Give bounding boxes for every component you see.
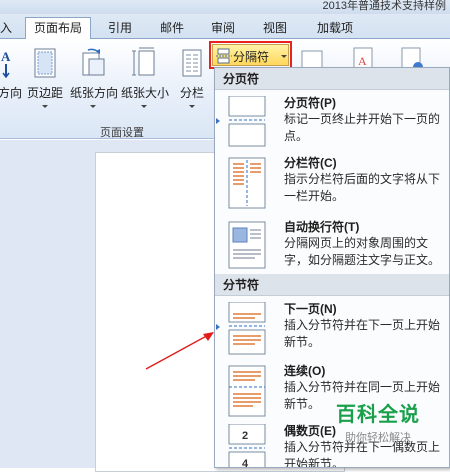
page-break-title: 分页符(P) — [284, 96, 336, 110]
svg-text:4: 4 — [242, 458, 249, 468]
ribbon-tab-bar: 入 页面布局 引用 邮件 审阅 视图 加载项 — [0, 14, 450, 39]
columns-icon — [182, 49, 202, 77]
tab-add-ins[interactable]: 加载项 — [308, 18, 362, 39]
next-page-marker — [216, 324, 220, 330]
margins-dropdown-arrow — [42, 105, 48, 108]
svg-text:A: A — [358, 54, 367, 68]
text-wrapping-break-title: 自动换行符(T) — [284, 220, 360, 234]
breaks-icon — [216, 48, 232, 64]
size-dropdown-arrow — [141, 105, 147, 108]
menu-item-next-page[interactable]: 下一页(N) 插入分节符并在下一页上开始新节。 — [215, 298, 449, 358]
title-bar: 2013年普通技术支持样例 — [0, 0, 450, 14]
tab-review[interactable]: 审阅 — [204, 18, 242, 39]
next-page-section-icon — [228, 302, 266, 355]
continuous-section-icon — [228, 365, 266, 417]
margins-icon — [34, 48, 56, 78]
columns-button[interactable]: 分栏 — [177, 47, 207, 108]
page-break-desc: 标记一页终止并开始下一页的点。 — [284, 112, 441, 143]
tab-mailings[interactable]: 邮件 — [153, 18, 191, 39]
margins-label: 页边距 — [26, 86, 63, 100]
menu-item-page-break[interactable]: 分页符(P) 标记一页终止并开始下一页的点。 — [215, 92, 449, 150]
text-wrapping-break-icon — [228, 221, 266, 269]
tab-page-layout[interactable]: 页面布局 — [25, 17, 91, 39]
page-break-icon — [228, 96, 266, 147]
menu-item-column-break[interactable]: 分栏符(C) 指示分栏符后面的文字将从下一栏开始。 — [215, 152, 449, 214]
section-breaks-header: 分节符 — [215, 274, 449, 296]
tab-insert[interactable]: 入 — [0, 18, 14, 39]
column-break-desc: 指示分栏符后面的文字将从下一栏开始。 — [284, 172, 441, 203]
svg-text:2: 2 — [242, 430, 248, 442]
orientation-icon — [82, 48, 105, 76]
even-page-section-icon: 2 4 — [228, 424, 266, 468]
tab-view[interactable]: 视图 — [256, 18, 294, 39]
page-setup-group-label: 页面设置 — [100, 127, 144, 139]
red-pointer-arrow — [145, 332, 214, 370]
size-button[interactable]: 纸张大小 — [121, 47, 169, 108]
menu-item-text-wrapping-break[interactable]: 自动换行符(T) 分隔网页上的对象周围的文字，如分隔题注文字与正文。 — [215, 216, 449, 276]
page-break-marker — [216, 118, 220, 124]
column-break-icon — [228, 157, 266, 209]
orientation-button[interactable]: 纸张方向 — [70, 47, 118, 108]
continuous-title: 连续(O) — [284, 364, 326, 378]
watermark-logo: 百科全说 助你轻松解决 — [323, 398, 433, 448]
text-direction-icon: A — [1, 49, 11, 79]
breaks-label: 分隔符 — [233, 50, 270, 64]
size-icon — [132, 47, 155, 76]
window-title: 2013年普通技术支持样例 — [322, 0, 446, 12]
text-direction-button[interactable]: A 方向 — [0, 47, 22, 100]
column-break-title: 分栏符(C) — [284, 156, 337, 170]
columns-dropdown-arrow — [189, 105, 195, 108]
breaks-dropdown-arrow — [281, 55, 287, 58]
size-label: 纸张大小 — [121, 86, 170, 100]
orientation-label: 纸张方向 — [70, 86, 119, 100]
watermark-subtitle: 助你轻松解决 — [345, 432, 411, 444]
page-breaks-header: 分页符 — [215, 68, 449, 90]
svg-text:A: A — [1, 49, 11, 64]
margins-button[interactable]: 页边距 — [26, 47, 64, 108]
text-direction-label: 方向 — [0, 86, 23, 100]
columns-label: 分栏 — [179, 86, 204, 100]
text-wrapping-break-desc: 分隔网页上的对象周围的文字，如分隔题注文字与正文。 — [284, 236, 441, 267]
tab-references[interactable]: 引用 — [101, 18, 139, 39]
breaks-button[interactable]: 分隔符 — [209, 41, 292, 69]
orientation-dropdown-arrow — [90, 105, 96, 108]
next-page-title: 下一页(N) — [284, 302, 337, 316]
watermark-title: 百科全说 — [336, 402, 420, 426]
next-page-desc: 插入分节符并在下一页上开始新节。 — [284, 318, 441, 349]
